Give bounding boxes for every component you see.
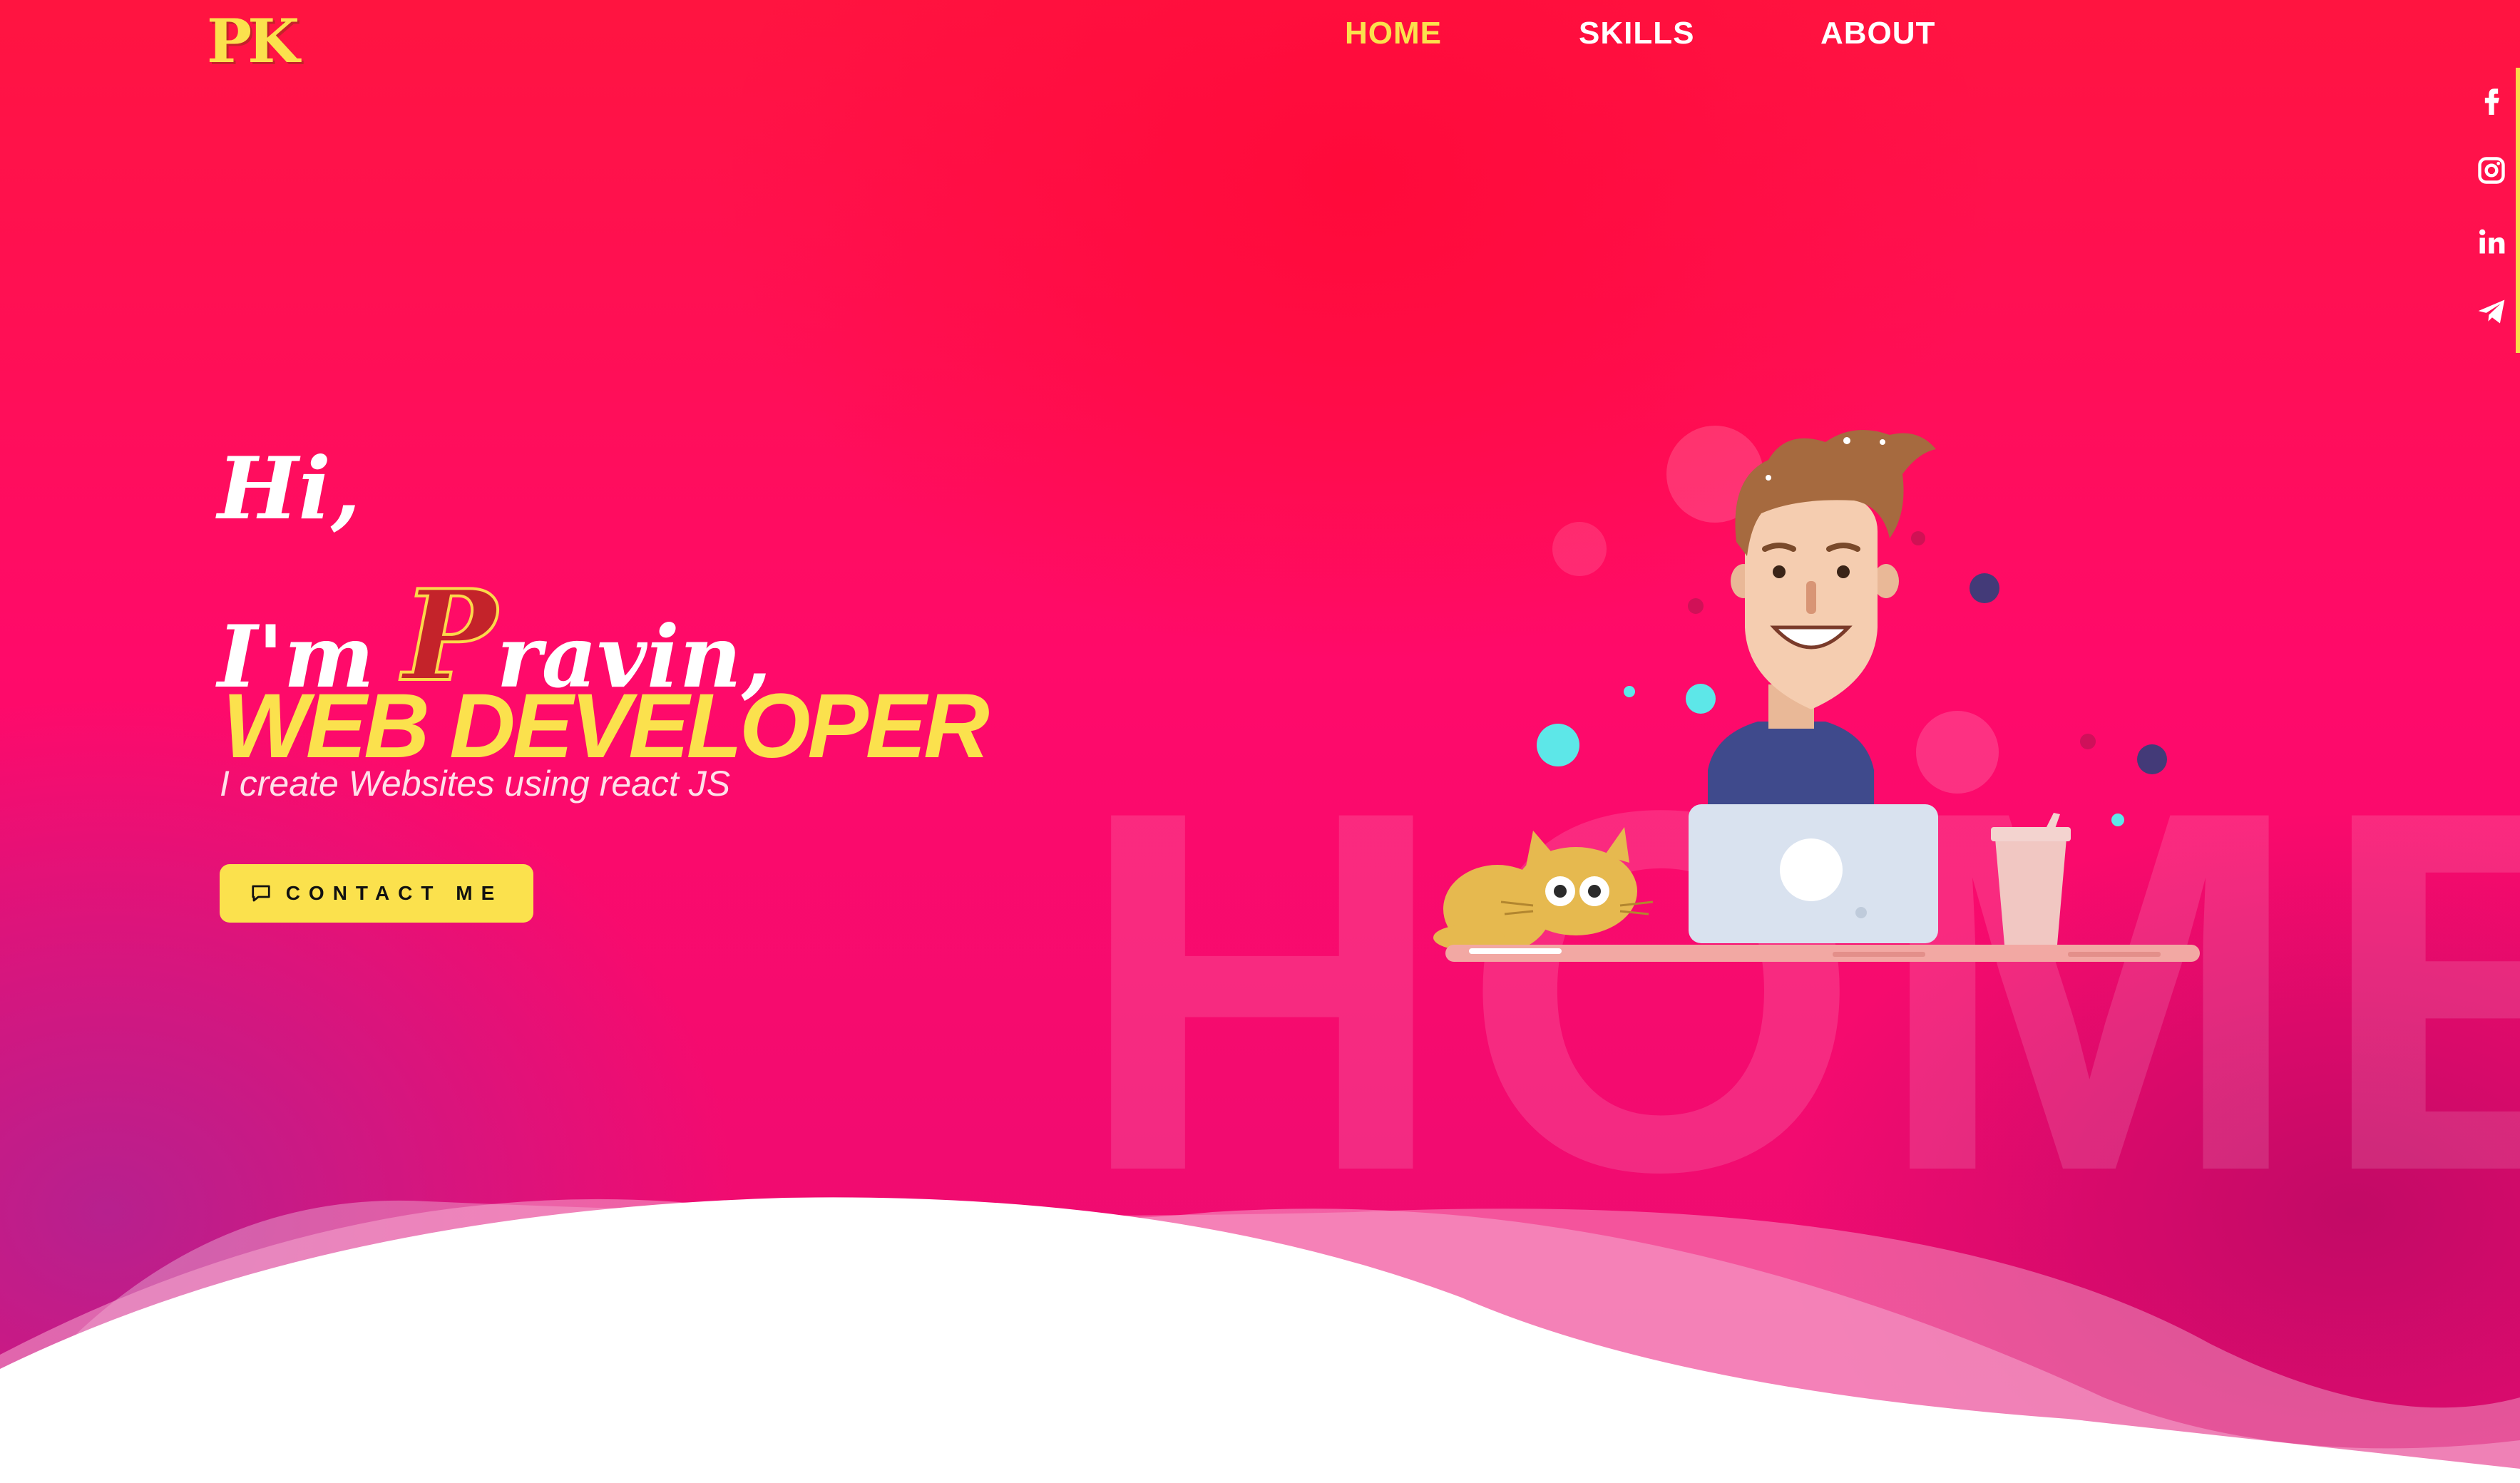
bubble [1970,573,1999,603]
cup [1991,813,2071,945]
contact-me-label: CONTACT ME [285,882,503,904]
social-bar-accent [2516,68,2520,353]
desk-highlight [1469,948,1562,954]
bubble [1916,711,1999,794]
bubble [1537,724,1579,766]
instagram-icon[interactable] [2476,155,2507,186]
nav-home[interactable]: HOME [1345,16,1442,51]
cat [1433,827,1654,953]
bubble [1552,522,1607,576]
nav-about[interactable]: ABOUT [1820,16,1935,51]
desk-shadow [1833,952,1925,957]
desk-shadow [2068,952,2161,957]
chat-icon [252,885,270,902]
telegram-icon[interactable] [2476,296,2507,327]
laptop-sticker [1855,907,1867,918]
facebook-icon[interactable] [2476,83,2507,115]
contact-me-button[interactable]: CONTACT ME [220,864,533,923]
logo[interactable]: PK [207,6,299,76]
hero-page: HOME PK HOME SKILLS ABOUT Hi, I'm Pravin,… [0,0,2520,1483]
bubble [2111,814,2124,826]
developer-character [1708,429,1936,813]
tagline: I create Websites using react JS [220,764,731,804]
greeting: Hi, [217,438,361,539]
wave-divider [0,1197,2520,1483]
bubble [1911,531,1925,545]
linkedin-icon[interactable] [2476,226,2507,257]
bubble [1686,684,1716,714]
nav-skills[interactable]: SKILLS [1579,16,1694,51]
laptop-logo [1780,838,1843,901]
developer-illustration [1433,426,2200,962]
bubble [1688,598,1704,614]
social-bar [2469,68,2520,353]
bubble [1624,686,1635,697]
bubble [2080,734,2096,749]
bubble [2137,744,2167,774]
